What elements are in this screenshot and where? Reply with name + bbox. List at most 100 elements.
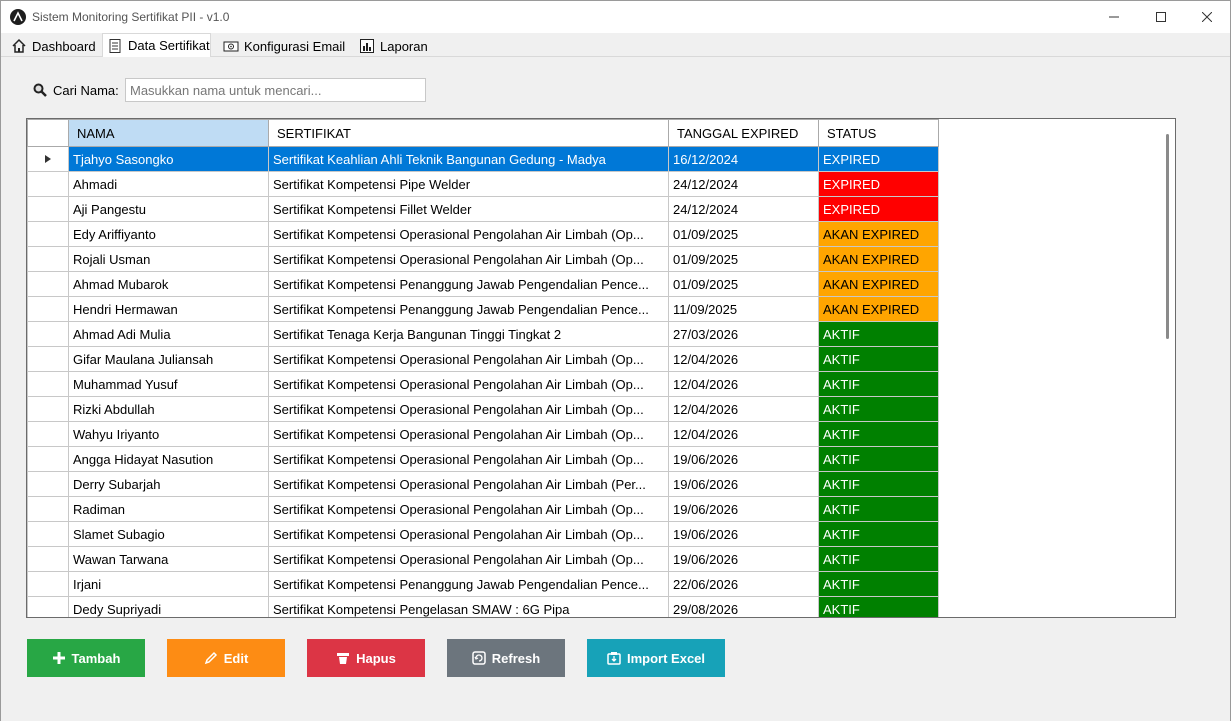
table-row[interactable]: Edy Ariffiyanto Sertifikat Kompetensi Ope…	[27, 221, 939, 247]
search-input[interactable]	[125, 78, 426, 102]
cell-tanggal-expired[interactable]: 24/12/2024	[668, 196, 819, 222]
table-row[interactable]: Dedy Supriyadi Sertifikat Kompetensi Peng…	[27, 596, 939, 617]
cell-tanggal-expired[interactable]: 11/09/2025	[668, 296, 819, 322]
row-header[interactable]	[27, 371, 69, 397]
cell-nama[interactable]: Ahmad Adi Mulia	[68, 321, 269, 347]
cell-tanggal-expired[interactable]: 24/12/2024	[668, 171, 819, 197]
table-row[interactable]: Derry Subarjah Sertifikat Kompetensi Oper…	[27, 471, 939, 497]
cell-status[interactable]: AKTIF	[818, 471, 939, 497]
cell-sertifikat[interactable]: Sertifikat Kompetensi Operasional Pengol…	[268, 421, 669, 447]
column-header-tanggal-expired[interactable]: TANGGAL EXPIRED	[668, 119, 819, 147]
table-row[interactable]: Muhammad Yusuf Sertifikat Kompetensi Oper…	[27, 371, 939, 397]
cell-sertifikat[interactable]: Sertifikat Kompetensi Pengelasan SMAW : …	[268, 596, 669, 617]
cell-nama[interactable]: Derry Subarjah	[68, 471, 269, 497]
cell-sertifikat[interactable]: Sertifikat Kompetensi Operasional Pengol…	[268, 246, 669, 272]
cell-tanggal-expired[interactable]: 12/04/2026	[668, 346, 819, 372]
table-row[interactable]: Rizki Abdullah Sertifikat Kompetensi Oper…	[27, 396, 939, 422]
row-header[interactable]	[27, 346, 69, 372]
cell-tanggal-expired[interactable]: 01/09/2025	[668, 221, 819, 247]
row-header[interactable]	[27, 396, 69, 422]
certificate-table[interactable]: NAMA SERTIFIKAT TANGGAL EXPIRED STATUS T…	[26, 118, 1176, 618]
row-header[interactable]	[27, 521, 69, 547]
cell-nama[interactable]: Slamet Subagio	[68, 521, 269, 547]
table-row[interactable]: Ahmad Adi Mulia Sertifikat Tenaga Kerja B…	[27, 321, 939, 347]
cell-status[interactable]: AKTIF	[818, 346, 939, 372]
table-row[interactable]: Angga Hidayat Nasution Sertifikat Kompete…	[27, 446, 939, 472]
cell-nama[interactable]: Rizki Abdullah	[68, 396, 269, 422]
table-row[interactable]: Wawan Tarwana Sertifikat Kompetensi Opera…	[27, 546, 939, 572]
table-row[interactable]: Radiman Sertifikat Kompetensi Operasional…	[27, 496, 939, 522]
cell-nama[interactable]: Ahmad Mubarok	[68, 271, 269, 297]
row-header[interactable]	[27, 421, 69, 447]
cell-tanggal-expired[interactable]: 12/04/2026	[668, 396, 819, 422]
close-button[interactable]	[1184, 1, 1230, 33]
cell-tanggal-expired[interactable]: 19/06/2026	[668, 521, 819, 547]
tab-data-sertifikat[interactable]: Data Sertifikat	[102, 33, 211, 57]
cell-tanggal-expired[interactable]: 19/06/2026	[668, 546, 819, 572]
cell-sertifikat[interactable]: Sertifikat Kompetensi Penanggung Jawab P…	[268, 271, 669, 297]
cell-status[interactable]: AKTIF	[818, 371, 939, 397]
hapus-button[interactable]: Hapus	[307, 639, 425, 677]
row-header[interactable]	[27, 496, 69, 522]
cell-sertifikat[interactable]: Sertifikat Kompetensi Operasional Pengol…	[268, 546, 669, 572]
table-row[interactable]: Hendri Hermawan Sertifikat Kompetensi Pen…	[27, 296, 939, 322]
cell-status[interactable]: EXPIRED	[818, 146, 939, 172]
cell-nama[interactable]: Tjahyo Sasongko	[68, 146, 269, 172]
row-header[interactable]	[27, 471, 69, 497]
cell-sertifikat[interactable]: Sertifikat Tenaga Kerja Bangunan Tinggi …	[268, 321, 669, 347]
row-header[interactable]	[27, 546, 69, 572]
cell-tanggal-expired[interactable]: 19/06/2026	[668, 471, 819, 497]
cell-status[interactable]: AKTIF	[818, 521, 939, 547]
cell-status[interactable]: AKTIF	[818, 571, 939, 597]
cell-status[interactable]: EXPIRED	[818, 196, 939, 222]
cell-nama[interactable]: Radiman	[68, 496, 269, 522]
table-row[interactable]: Irjani Sertifikat Kompetensi Penanggung J…	[27, 571, 939, 597]
cell-nama[interactable]: Irjani	[68, 571, 269, 597]
cell-tanggal-expired[interactable]: 22/06/2026	[668, 571, 819, 597]
tab-konfigurasi-email[interactable]: Konfigurasi Email	[219, 35, 345, 57]
row-header[interactable]	[27, 321, 69, 347]
row-header[interactable]	[27, 271, 69, 297]
column-header-sertifikat[interactable]: SERTIFIKAT	[268, 119, 669, 147]
tab-laporan[interactable]: Laporan	[355, 35, 428, 57]
cell-nama[interactable]: Gifar Maulana Juliansah	[68, 346, 269, 372]
column-header-status[interactable]: STATUS	[818, 119, 939, 147]
row-header[interactable]	[27, 171, 69, 197]
cell-tanggal-expired[interactable]: 01/09/2025	[668, 246, 819, 272]
cell-nama[interactable]: Rojali Usman	[68, 246, 269, 272]
vertical-scrollbar[interactable]	[1159, 119, 1175, 617]
cell-nama[interactable]: Wahyu Iriyanto	[68, 421, 269, 447]
row-header[interactable]	[27, 246, 69, 272]
table-row[interactable]: Slamet Subagio Sertifikat Kompetensi Oper…	[27, 521, 939, 547]
row-header[interactable]	[27, 196, 69, 222]
cell-sertifikat[interactable]: Sertifikat Kompetensi Operasional Pengol…	[268, 346, 669, 372]
edit-button[interactable]: Edit	[167, 639, 285, 677]
cell-status[interactable]: AKTIF	[818, 596, 939, 617]
minimize-button[interactable]	[1091, 1, 1137, 33]
cell-status[interactable]: AKAN EXPIRED	[818, 271, 939, 297]
cell-sertifikat[interactable]: Sertifikat Kompetensi Penanggung Jawab P…	[268, 296, 669, 322]
cell-sertifikat[interactable]: Sertifikat Kompetensi Operasional Pengol…	[268, 221, 669, 247]
cell-sertifikat[interactable]: Sertifikat Kompetensi Penanggung Jawab P…	[268, 571, 669, 597]
cell-nama[interactable]: Ahmadi	[68, 171, 269, 197]
table-row[interactable]: Ahmad Mubarok Sertifikat Kompetensi Penan…	[27, 271, 939, 297]
cell-status[interactable]: AKTIF	[818, 321, 939, 347]
cell-nama[interactable]: Wawan Tarwana	[68, 546, 269, 572]
maximize-button[interactable]	[1138, 1, 1184, 33]
cell-nama[interactable]: Hendri Hermawan	[68, 296, 269, 322]
cell-nama[interactable]: Angga Hidayat Nasution	[68, 446, 269, 472]
cell-sertifikat[interactable]: Sertifikat Kompetensi Operasional Pengol…	[268, 521, 669, 547]
cell-tanggal-expired[interactable]: 19/06/2026	[668, 446, 819, 472]
cell-tanggal-expired[interactable]: 29/08/2026	[668, 596, 819, 617]
cell-nama[interactable]: Edy Ariffiyanto	[68, 221, 269, 247]
table-row[interactable]: Tjahyo Sasongko Sertifikat Keahlian Ahli …	[27, 146, 939, 172]
cell-sertifikat[interactable]: Sertifikat Kompetensi Operasional Pengol…	[268, 371, 669, 397]
cell-nama[interactable]: Dedy Supriyadi	[68, 596, 269, 617]
cell-sertifikat[interactable]: Sertifikat Kompetensi Operasional Pengol…	[268, 396, 669, 422]
cell-sertifikat[interactable]: Sertifikat Kompetensi Operasional Pengol…	[268, 471, 669, 497]
cell-sertifikat[interactable]: Sertifikat Kompetensi Operasional Pengol…	[268, 446, 669, 472]
cell-status[interactable]: AKAN EXPIRED	[818, 246, 939, 272]
table-row[interactable]: Rojali Usman Sertifikat Kompetensi Operas…	[27, 246, 939, 272]
scrollbar-thumb[interactable]	[1166, 134, 1169, 339]
column-header-nama[interactable]: NAMA	[68, 119, 269, 147]
